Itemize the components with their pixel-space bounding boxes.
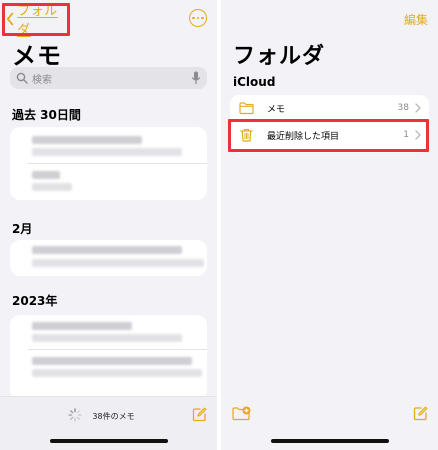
note-item[interactable] <box>10 240 207 276</box>
home-indicator <box>49 439 168 443</box>
search-input[interactable]: 検索 <box>10 67 207 89</box>
chevron-right-icon <box>415 103 421 113</box>
blurred-note-text <box>32 171 60 179</box>
folder-row-notes[interactable]: メモ 38 <box>230 95 429 121</box>
folder-count: 38 <box>397 103 409 113</box>
home-indicator <box>270 439 389 443</box>
edit-button[interactable]: 編集 <box>404 11 428 28</box>
blurred-note-text <box>32 369 202 377</box>
section-title: 2月 <box>12 222 33 236</box>
dot-icon <box>201 16 204 20</box>
highlight-box-recently-deleted <box>228 119 429 152</box>
notes-list-pane: フォルダ メモ 検索 過去 30日間 2月 2023年 38件のメモ <box>0 0 217 450</box>
bottom-toolbar <box>221 396 438 450</box>
section-title: 過去 30日間 <box>12 108 81 122</box>
notes-card <box>10 127 207 200</box>
compose-note-icon[interactable] <box>192 407 207 422</box>
bottom-toolbar: 38件のメモ <box>0 396 217 450</box>
compose-note-icon[interactable] <box>413 406 428 421</box>
microphone-icon[interactable] <box>191 71 201 85</box>
blurred-note-text <box>32 357 192 365</box>
section-title: 2023年 <box>12 294 58 308</box>
dot-icon <box>196 16 200 20</box>
highlight-box-back <box>2 3 70 36</box>
folder-name: メモ <box>267 104 286 115</box>
blurred-note-text <box>32 259 204 267</box>
search-placeholder: 検索 <box>32 74 52 86</box>
note-item[interactable] <box>10 315 207 349</box>
blurred-note-text <box>32 148 182 156</box>
note-count-label: 38件のメモ <box>92 412 135 421</box>
more-options-button[interactable] <box>189 9 207 27</box>
dot-icon <box>192 16 195 20</box>
new-folder-icon[interactable] <box>232 406 251 421</box>
note-item[interactable] <box>10 127 207 163</box>
blurred-note-text <box>32 246 182 254</box>
note-item[interactable] <box>10 350 207 400</box>
blurred-note-text <box>32 322 132 330</box>
note-item[interactable] <box>10 164 207 200</box>
notes-card <box>10 240 207 276</box>
account-section-title: iCloud <box>233 75 276 89</box>
notes-card <box>10 315 207 400</box>
page-title: メモ <box>12 42 62 70</box>
blurred-note-text <box>32 183 72 191</box>
search-icon <box>16 72 28 84</box>
blurred-note-text <box>32 334 182 342</box>
folders-pane: 編集 フォルダ iCloud メモ 38 最近削除した項目 1 <box>221 0 438 450</box>
folder-icon <box>239 102 254 115</box>
page-title: フォルダ <box>233 44 326 69</box>
blurred-note-text <box>32 136 142 144</box>
